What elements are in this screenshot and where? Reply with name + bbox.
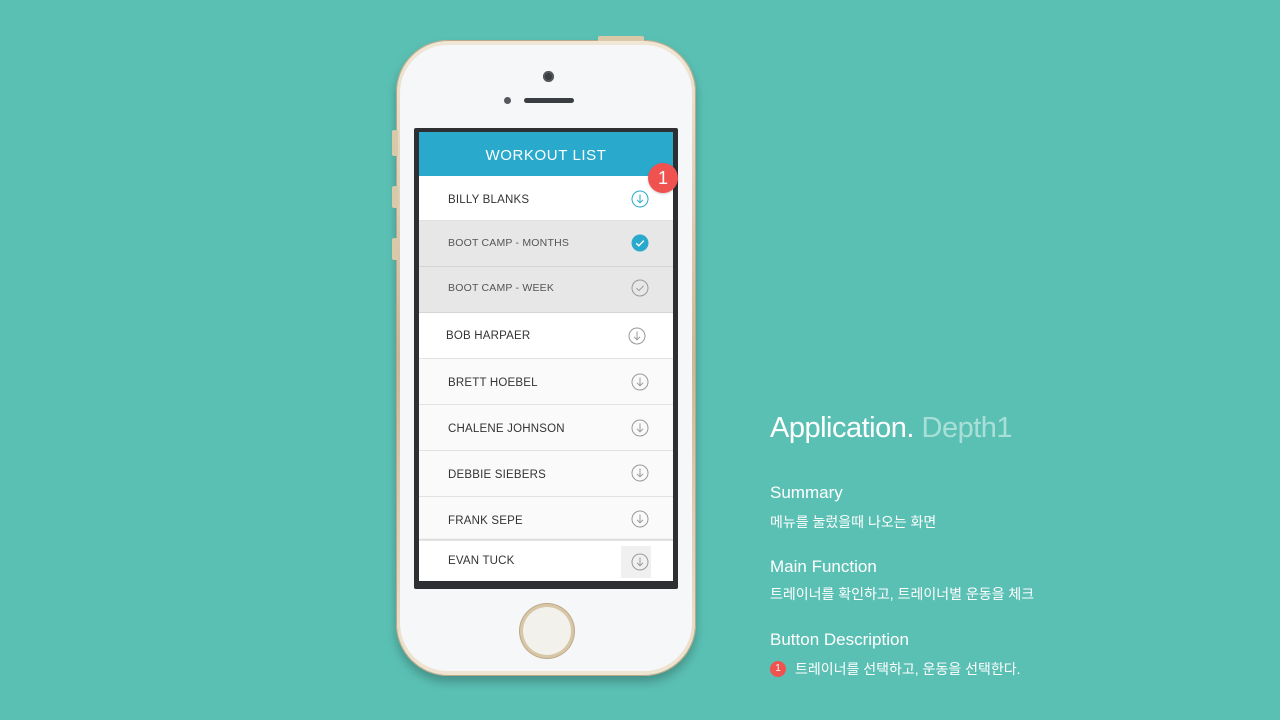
summary-heading: Summary (770, 483, 843, 502)
arrow-down-circle-icon[interactable] (628, 327, 646, 345)
list-item-label: BILLY BLANKS (448, 194, 530, 206)
list-item-trainer[interactable]: DEBBIE SIEBERS (419, 451, 673, 497)
proximity-sensor (504, 97, 511, 104)
check-outline-icon[interactable] (631, 279, 649, 297)
list-item-workout[interactable]: BOOT CAMP - MONTHS (419, 221, 673, 267)
list-item-trainer[interactable]: FRANK SEPE (419, 497, 673, 540)
list-item-label: EVAN TUCK (448, 555, 515, 567)
home-button[interactable] (523, 607, 571, 655)
title-sub: Depth1 (921, 412, 1013, 444)
arrow-down-circle-icon[interactable] (631, 190, 649, 208)
arrow-down-circle-icon[interactable] (631, 373, 649, 391)
button-description-heading: Button Description (770, 630, 909, 649)
list-item-workout[interactable]: BOOT CAMP - WEEK (419, 267, 673, 313)
workout-list-screen: WORKOUT LIST BILLY BLANKS BOOT CAMP - MO… (419, 132, 673, 581)
button-description-text: 트레이너를 선택하고, 운동을 선택한다. (795, 661, 1021, 677)
title-main: Application. (770, 412, 914, 444)
front-camera (543, 71, 554, 82)
list-item-trainer[interactable]: EVAN TUCK (419, 540, 673, 581)
list-item-label: BOOT CAMP - WEEK (448, 282, 555, 294)
annotation-badge: 1 (648, 163, 678, 193)
summary-text: 메뉴를 눌렀을때 나오는 화면 (770, 514, 937, 530)
list-item-label: BOOT CAMP - MONTHS (448, 237, 570, 249)
volume-up-button (392, 186, 398, 208)
arrow-down-circle-icon[interactable] (631, 510, 649, 528)
arrow-down-circle-icon[interactable] (631, 553, 649, 571)
page-title: Application. Depth1 (770, 412, 1013, 445)
button-badge: 1 (770, 661, 786, 678)
list-item-label: FRANK SEPE (448, 515, 523, 527)
phone-screen: WORKOUT LIST BILLY BLANKS BOOT CAMP - MO… (414, 128, 678, 589)
header-title: WORKOUT LIST (485, 147, 607, 164)
list-item-trainer[interactable]: BRETT HOEBEL (419, 359, 673, 405)
list-item-trainer[interactable]: BILLY BLANKS (419, 176, 673, 221)
arrow-down-circle-icon[interactable] (631, 464, 649, 482)
earpiece-speaker (524, 98, 574, 103)
list-item-trainer[interactable]: CHALENE JOHNSON (419, 405, 673, 451)
button-description-row: 1 트레이너를 선택하고, 운동을 선택한다. (770, 659, 1021, 679)
mute-switch (392, 130, 398, 156)
arrow-down-circle-icon[interactable] (631, 419, 649, 437)
description-panel: Application. Depth1 (770, 412, 1013, 445)
list-item-trainer[interactable]: BOB HARPAER (419, 313, 673, 359)
main-function-text: 트레이너를 확인하고, 트레이너별 운동을 체크 (770, 586, 1035, 602)
list-item-label: BOB HARPAER (446, 330, 531, 342)
app-header: WORKOUT LIST (419, 132, 673, 176)
power-button (598, 36, 644, 41)
main-function-heading: Main Function (770, 557, 877, 576)
list-item-label: BRETT HOEBEL (448, 377, 538, 389)
list-item-label: CHALENE JOHNSON (448, 423, 565, 435)
check-filled-icon[interactable] (631, 234, 649, 252)
list-item-label: DEBBIE SIEBERS (448, 469, 547, 481)
volume-down-button (392, 238, 398, 260)
